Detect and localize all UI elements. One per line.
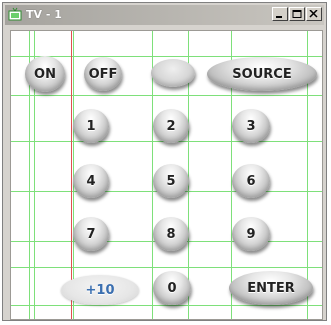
maximize-button[interactable] [289, 7, 305, 21]
source-button[interactable]: SOURCE [207, 57, 317, 91]
title-bar[interactable]: TV - 1 [5, 5, 324, 25]
remote-pad: ON OFF SOURCE 1 2 3 4 5 6 7 8 9 +10 0 EN… [10, 30, 323, 320]
guide-line [71, 31, 72, 319]
digit-4-button[interactable]: 4 [73, 164, 109, 198]
window-title: TV - 1 [26, 8, 62, 21]
digit-9-button[interactable]: 9 [232, 217, 270, 251]
tv-icon [8, 7, 22, 21]
grid-line [11, 95, 322, 96]
close-button[interactable] [306, 7, 322, 21]
maximize-icon [292, 10, 302, 18]
digit-8-button[interactable]: 8 [153, 217, 189, 251]
remote-window: TV - 1 ON OFF SOURCE 1 2 3 4 5 6 7 8 9 +… [2, 2, 327, 321]
blank-button[interactable] [151, 59, 195, 87]
plus-10-button[interactable]: +10 [61, 275, 139, 305]
minimize-icon [276, 16, 282, 18]
enter-button[interactable]: ENTER [229, 271, 313, 305]
minimize-button[interactable] [272, 7, 288, 21]
off-button[interactable]: OFF [84, 57, 122, 91]
digit-6-button[interactable]: 6 [232, 164, 270, 198]
grid-line [11, 305, 322, 306]
digit-5-button[interactable]: 5 [153, 164, 189, 198]
digit-2-button[interactable]: 2 [153, 109, 189, 143]
digit-0-button[interactable]: 0 [153, 271, 191, 305]
grid-line [11, 267, 322, 268]
close-icon [309, 10, 318, 18]
on-button[interactable]: ON [25, 56, 65, 92]
digit-3-button[interactable]: 3 [232, 109, 270, 143]
digit-1-button[interactable]: 1 [73, 109, 109, 143]
digit-7-button[interactable]: 7 [73, 217, 109, 251]
